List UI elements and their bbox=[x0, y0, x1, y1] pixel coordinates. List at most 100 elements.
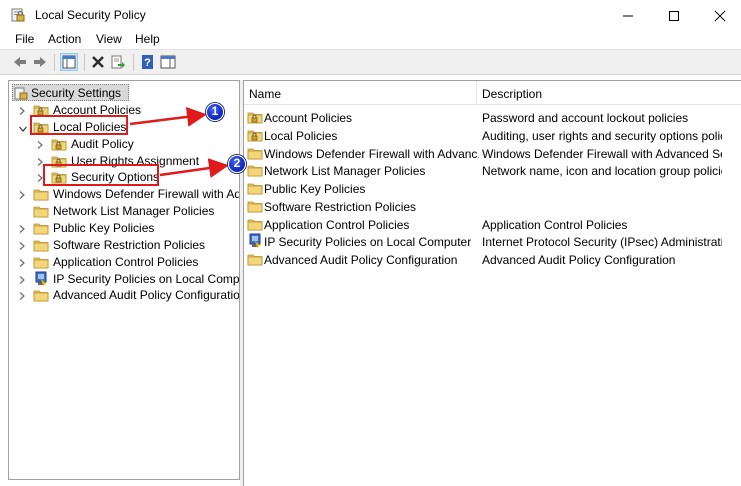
menu-file[interactable]: File bbox=[15, 32, 34, 46]
chevron-right-icon[interactable] bbox=[18, 240, 26, 250]
forward-button[interactable] bbox=[31, 53, 49, 71]
list-cell-name: Application Control Policies bbox=[264, 217, 410, 232]
tree-item-advanced-audit-policy-configuration[interactable]: Advanced Audit Policy Configuration bbox=[9, 287, 239, 303]
properties-pane-button[interactable] bbox=[159, 53, 177, 71]
list-cell-name: Public Key Policies bbox=[264, 182, 366, 196]
list-row-software-restriction-policies[interactable]: Software Restriction Policies bbox=[244, 198, 741, 215]
annotation-badge-1: 1 bbox=[206, 103, 224, 121]
locked-folder-icon bbox=[247, 127, 263, 143]
tree-item-label: Software Restriction Policies bbox=[53, 237, 206, 252]
column-header-description[interactable]: Description bbox=[477, 81, 741, 105]
list-cell-name: Software Restriction Policies bbox=[264, 199, 417, 214]
folder-icon bbox=[33, 237, 49, 253]
menu-help[interactable]: Help bbox=[135, 32, 160, 46]
toolbar-separator bbox=[133, 54, 134, 71]
list-cell-description: Windows Defender Firewall with Advanced … bbox=[482, 146, 722, 161]
chevron-right-icon[interactable] bbox=[18, 223, 26, 233]
chevron-right-icon[interactable] bbox=[18, 105, 26, 115]
tree-item-label: Advanced Audit Policy Configuration bbox=[53, 288, 240, 303]
maximize-button[interactable] bbox=[651, 0, 697, 30]
chevron-right-icon[interactable] bbox=[18, 189, 26, 200]
details-pane[interactable]: Name Description Account Policies Passwor… bbox=[243, 80, 741, 486]
window-title: Local Security Policy bbox=[35, 8, 146, 22]
folder-icon bbox=[247, 198, 263, 214]
list-cell-description: Advanced Audit Policy Configuration bbox=[482, 253, 676, 267]
tree-pane[interactable]: Security Settings Account Policies Local … bbox=[8, 80, 240, 480]
list-cell-name: IP Security Policies on Local Computer bbox=[264, 235, 472, 250]
close-button[interactable] bbox=[697, 0, 741, 30]
list-cell-name: Advanced Audit Policy Configuration bbox=[264, 253, 458, 267]
local-security-policy-window: Local Security Policy File Action View H… bbox=[0, 0, 741, 486]
properties-pane-icon bbox=[160, 55, 176, 69]
maximize-icon bbox=[669, 11, 679, 21]
list-cell-description: Auditing, user rights and security optio… bbox=[482, 128, 722, 143]
help-button[interactable]: ? bbox=[139, 53, 157, 71]
title-bar[interactable]: Local Security Policy bbox=[0, 0, 741, 30]
back-button[interactable] bbox=[11, 53, 29, 71]
folder-icon bbox=[247, 145, 263, 161]
menu-bar: File Action View Help bbox=[0, 30, 741, 49]
tree-item-application-control-policies[interactable]: Application Control Policies bbox=[9, 254, 239, 270]
column-header-name[interactable]: Name bbox=[244, 81, 477, 105]
list-cell-description: Password and account lockout policies bbox=[482, 111, 689, 125]
list-cell-name: Local Policies bbox=[264, 128, 338, 143]
list-cell-description: Application Control Policies bbox=[482, 217, 628, 232]
export-list-icon bbox=[111, 55, 125, 69]
tree-root-security-settings[interactable]: Security Settings bbox=[9, 85, 239, 101]
delete-button[interactable] bbox=[89, 53, 107, 71]
show-hide-tree-icon bbox=[62, 55, 76, 69]
menu-view[interactable]: View bbox=[96, 32, 122, 46]
back-arrow-icon bbox=[14, 57, 26, 67]
tree-item-audit-policy[interactable]: Audit Policy bbox=[9, 136, 239, 152]
folder-icon bbox=[247, 180, 263, 196]
tree-root-label: Security Settings bbox=[31, 86, 122, 100]
tree-item-windows-defender-firewall-with-adva[interactable]: Windows Defender Firewall with Adva bbox=[9, 186, 239, 202]
chevron-right-icon[interactable] bbox=[18, 274, 26, 284]
list-row-windows-defender-firewall-with-advanc[interactable]: Windows Defender Firewall with Advanc...… bbox=[244, 145, 741, 162]
folder-icon bbox=[247, 216, 263, 232]
forward-arrow-icon bbox=[34, 57, 46, 67]
tree-item-label: Audit Policy bbox=[71, 136, 134, 151]
show-hide-tree-button[interactable] bbox=[60, 53, 78, 71]
ip-security-icon bbox=[33, 271, 49, 287]
tree-item-public-key-policies[interactable]: Public Key Policies bbox=[9, 220, 239, 236]
list-cell-name: Windows Defender Firewall with Advanc... bbox=[264, 146, 479, 161]
chevron-right-icon[interactable] bbox=[36, 139, 44, 149]
tree-item-software-restriction-policies[interactable]: Software Restriction Policies bbox=[9, 237, 239, 253]
list-cell-name: Network List Manager Policies bbox=[264, 164, 426, 179]
folder-icon bbox=[33, 220, 49, 236]
column-header-name-label: Name bbox=[249, 87, 282, 101]
chevron-right-icon[interactable] bbox=[18, 290, 26, 301]
export-list-button[interactable] bbox=[109, 53, 127, 71]
toolbar-separator bbox=[84, 54, 85, 71]
ip-security-icon bbox=[247, 233, 263, 249]
list-row-local-policies[interactable]: Local Policies Auditing, user rights and … bbox=[244, 127, 741, 144]
annotation-box-security-options bbox=[43, 164, 159, 186]
toolbar-separator bbox=[54, 54, 55, 71]
menu-action[interactable]: Action bbox=[48, 32, 81, 46]
list-row-account-policies[interactable]: Account Policies Password and account loc… bbox=[244, 109, 741, 126]
annotation-badge-2: 2 bbox=[228, 155, 246, 173]
security-settings-icon bbox=[14, 87, 28, 100]
chevron-down-icon[interactable] bbox=[18, 122, 27, 132]
minimize-icon bbox=[623, 15, 633, 17]
list-row-public-key-policies[interactable]: Public Key Policies bbox=[244, 180, 741, 197]
list-cell-description: Network name, icon and location group po… bbox=[482, 164, 722, 179]
chevron-right-icon[interactable] bbox=[18, 257, 26, 267]
minimize-button[interactable] bbox=[605, 0, 651, 30]
folder-icon bbox=[33, 254, 49, 270]
list-row-application-control-policies[interactable]: Application Control Policies Application … bbox=[244, 216, 741, 233]
tree-item-network-list-manager-policies[interactable]: Network List Manager Policies bbox=[9, 203, 239, 219]
list-row-ip-security-policies-on-local-computer[interactable]: IP Security Policies on Local Computer In… bbox=[244, 233, 741, 250]
tree-item-ip-security-policies-on-local-compute[interactable]: IP Security Policies on Local Compute bbox=[9, 271, 239, 287]
folder-icon bbox=[33, 287, 49, 303]
tree-item-label: Public Key Policies bbox=[53, 220, 155, 235]
svg-text:?: ? bbox=[144, 57, 151, 69]
folder-icon bbox=[247, 162, 263, 178]
security-policy-icon bbox=[11, 8, 25, 22]
list-row-network-list-manager-policies[interactable]: Network List Manager Policies Network nam… bbox=[244, 162, 741, 179]
folder-icon bbox=[33, 186, 49, 202]
list-row-advanced-audit-policy-configuration[interactable]: Advanced Audit Policy Configuration Advan… bbox=[244, 251, 741, 268]
list-cell-name: Account Policies bbox=[264, 111, 353, 125]
help-icon: ? bbox=[142, 55, 153, 69]
